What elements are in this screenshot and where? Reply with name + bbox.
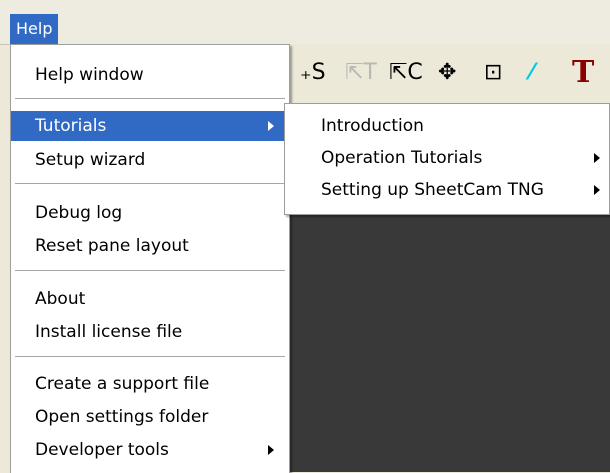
menu-bar: Help bbox=[0, 0, 610, 45]
help-dropdown-menu: Help window Tutorials Setup wizard Debug… bbox=[10, 44, 290, 473]
menu-item-about[interactable]: About bbox=[11, 284, 289, 314]
menu-item-setup-wizard[interactable]: Setup wizard bbox=[11, 145, 289, 175]
menu-separator bbox=[15, 98, 285, 99]
submenu-arrow-icon bbox=[268, 445, 274, 455]
menu-item-reset-pane-layout[interactable]: Reset pane layout bbox=[11, 231, 289, 261]
move-icon[interactable]: ✥ bbox=[438, 56, 456, 90]
menu-item-create-support-file[interactable]: Create a support file bbox=[11, 369, 289, 399]
menu-item-help-window[interactable]: Help window bbox=[11, 60, 289, 90]
menu-separator bbox=[15, 183, 285, 184]
start-point-icon[interactable]: ₊S bbox=[300, 56, 326, 90]
submenu-item-introduction[interactable]: Introduction bbox=[285, 111, 609, 141]
menu-separator bbox=[15, 356, 285, 357]
select-text-icon[interactable]: ⇱T bbox=[345, 56, 377, 90]
select-contour-icon[interactable]: ⇱C bbox=[389, 56, 423, 90]
menu-separator bbox=[15, 270, 285, 271]
rotate-icon[interactable]: ⊡ bbox=[484, 56, 502, 90]
lead-icon[interactable]: ⁄ bbox=[530, 56, 534, 90]
submenu-item-setting-up-sheetcam[interactable]: Setting up SheetCam TNG bbox=[285, 175, 609, 205]
submenu-arrow-icon bbox=[268, 121, 274, 131]
submenu-arrow-icon bbox=[594, 153, 600, 163]
menu-item-debug-log[interactable]: Debug log bbox=[11, 198, 289, 228]
menu-item-open-settings-folder[interactable]: Open settings folder bbox=[11, 402, 289, 432]
tutorials-submenu: Introduction Operation Tutorials Setting… bbox=[284, 103, 610, 215]
menu-item-install-license-file[interactable]: Install license file bbox=[11, 317, 289, 347]
submenu-arrow-icon bbox=[594, 185, 600, 195]
text-tool-icon[interactable]: T bbox=[572, 56, 594, 90]
submenu-item-operation-tutorials[interactable]: Operation Tutorials bbox=[285, 143, 609, 173]
menu-help[interactable]: Help bbox=[10, 14, 59, 44]
menu-item-developer-tools[interactable]: Developer tools bbox=[11, 435, 289, 465]
menu-item-tutorials[interactable]: Tutorials bbox=[11, 111, 289, 141]
